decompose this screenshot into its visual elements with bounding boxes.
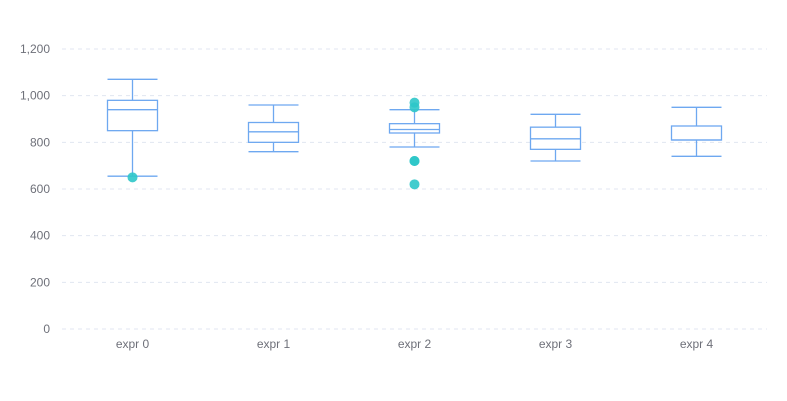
iqr-box xyxy=(106,99,159,132)
outlier-point xyxy=(409,179,420,190)
y-tick-label: 200 xyxy=(30,275,50,289)
outlier-point xyxy=(409,156,420,166)
y-tick-label: 1,200 xyxy=(20,42,50,56)
y-tick-label: 1,000 xyxy=(20,89,50,103)
y-tick-label: 400 xyxy=(30,229,50,243)
y-tick-label: 800 xyxy=(30,135,50,149)
boxplot-chart: 02004006008001,0001,200 expr 0 expr 1 expr… xyxy=(20,42,767,351)
x-axis: expr 0 expr 1 expr 2 expr 3 expr 4 xyxy=(116,337,714,351)
x-tick-label: expr 0 xyxy=(116,337,150,351)
box-3 xyxy=(529,113,582,162)
y-tick-label: 600 xyxy=(30,182,50,196)
iqr-box xyxy=(388,123,441,134)
iqr-box xyxy=(670,125,723,141)
y-axis: 0 200 400 600 800 1,000 1,200 xyxy=(20,42,50,336)
outlier-point xyxy=(127,172,138,183)
box-1 xyxy=(247,104,300,153)
box-0 xyxy=(106,78,159,177)
box-4 xyxy=(670,106,723,157)
x-tick-label: expr 1 xyxy=(257,337,291,351)
outlier-point xyxy=(409,102,420,113)
x-tick-label: expr 4 xyxy=(680,337,714,351)
x-tick-label: expr 3 xyxy=(539,337,573,351)
y-tick-label: 0 xyxy=(43,322,50,336)
x-tick-label: expr 2 xyxy=(398,337,432,351)
box-2 xyxy=(388,109,441,148)
